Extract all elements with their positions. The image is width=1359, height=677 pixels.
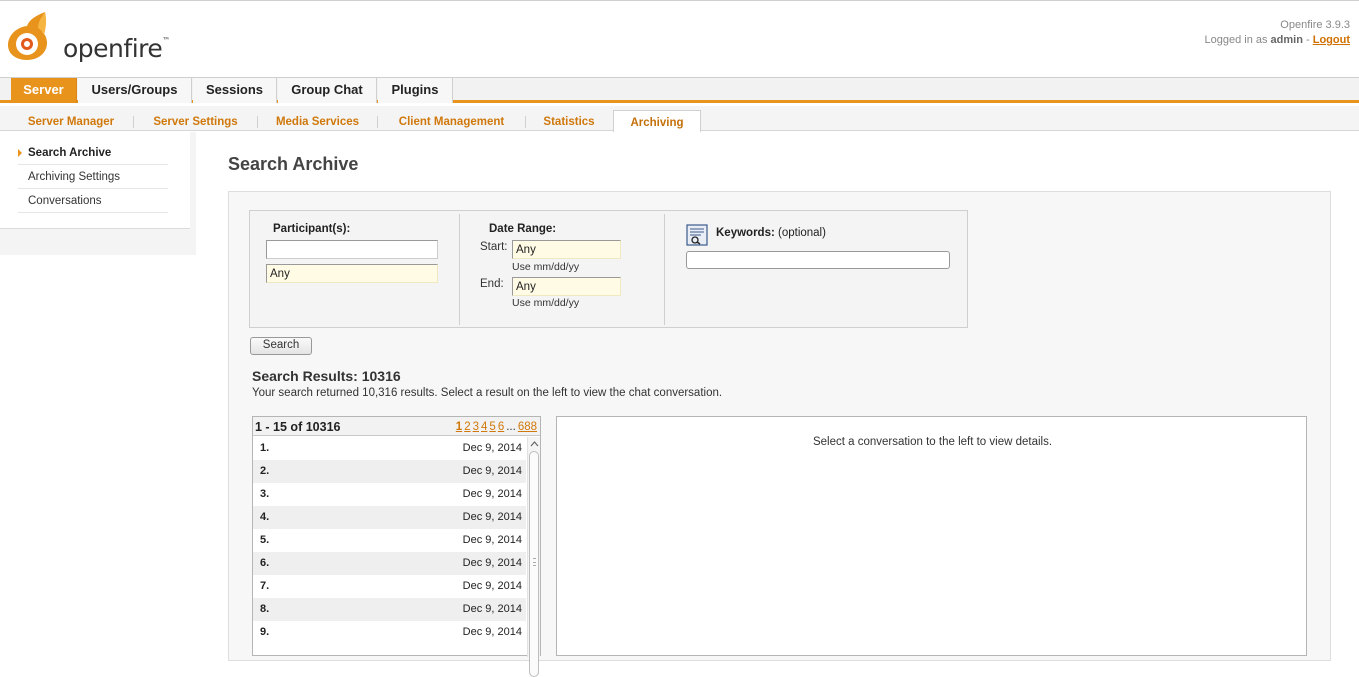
sidebar: Search Archive Archiving Settings Conver… (0, 132, 190, 229)
page-link-2[interactable]: 2 (464, 421, 470, 433)
tab-users-groups[interactable]: Users/Groups (78, 78, 192, 103)
start-date-hint: Use mm/dd/yy (512, 261, 580, 273)
search-results-description: Your search returned 10,316 results. Sel… (252, 387, 723, 399)
openfire-logo[interactable]: openfire™ (5, 10, 170, 66)
sub-nav: Server Manager Server Settings Media Ser… (0, 106, 1359, 132)
logged-in-line: Logged in as admin - Logout (1204, 34, 1350, 46)
tab-plugins[interactable]: Plugins (378, 78, 453, 103)
tab-group-chat[interactable]: Group Chat (278, 78, 377, 103)
participants-label: Participant(s): (273, 223, 351, 235)
column-divider (459, 214, 460, 325)
table-row[interactable]: 1. Dec 9, 2014 (253, 437, 526, 460)
end-date-hint: Use mm/dd/yy (512, 297, 580, 309)
page-title: Search Archive (228, 154, 359, 174)
flame-logo-icon (8, 12, 47, 60)
table-row[interactable]: 6. Dec 9, 2014 (253, 552, 526, 575)
page-link-5[interactable]: 5 (489, 421, 495, 433)
detail-placeholder-text: Select a conversation to the left to vie… (812, 436, 1053, 448)
page-link-4[interactable]: 4 (481, 421, 487, 433)
scrollbar-thumb[interactable] (529, 451, 539, 677)
keywords-label: Keywords: (optional) (716, 227, 826, 239)
sidebar-item-archiving-settings[interactable]: Archiving Settings (18, 165, 168, 189)
end-label: End: (480, 278, 504, 290)
subtab-statistics[interactable]: Statistics (531, 106, 607, 131)
subtab-archiving[interactable]: Archiving (613, 110, 701, 132)
session-info: Openfire 3.9.3 Logged in as admin - Logo… (1204, 18, 1350, 48)
subtab-server-manager[interactable]: Server Manager (14, 106, 128, 131)
username: admin (1270, 34, 1303, 46)
page-link-6[interactable]: 6 (498, 421, 504, 433)
keywords-input[interactable] (686, 251, 950, 269)
scroll-up-arrow-icon[interactable] (530, 439, 539, 449)
sidebar-item-search-archive[interactable]: Search Archive (18, 141, 168, 165)
results-list: 1 - 15 of 10316 1 2 3 4 5 6... 688 1. Dec 9, 20… (252, 416, 541, 677)
logo-wordmark: openfire™ (63, 34, 170, 63)
header: openfire™ Openfire 3.9.3 Logged in as ad… (0, 0, 1359, 78)
table-row[interactable]: 5. Dec 9, 2014 (253, 529, 526, 552)
results-range: 1 - 15 of 10316 (255, 420, 341, 434)
subtab-separator (257, 116, 258, 128)
participant-input-2[interactable] (266, 264, 438, 283)
search-results-title: Search Results: 10316 (252, 368, 401, 384)
tab-sessions[interactable]: Sessions (193, 78, 277, 103)
end-date-input[interactable] (512, 277, 621, 296)
scrollbar-grip (533, 558, 536, 566)
results-scrollbar[interactable] (527, 437, 540, 677)
subtab-client-management[interactable]: Client Management (383, 106, 520, 131)
version-label: Openfire 3.9.3 (1280, 19, 1350, 31)
page-link-3[interactable]: 3 (473, 421, 479, 433)
subtab-separator (525, 116, 526, 128)
column-divider (664, 214, 665, 325)
date-range-label: Date Range: (489, 223, 557, 235)
results-list-header: 1 - 15 of 10316 1 2 3 4 5 6... 688 (253, 417, 540, 436)
sidebar-item-conversations[interactable]: Conversations (18, 189, 168, 213)
search-button[interactable]: Search (250, 337, 312, 355)
active-arrow-icon (18, 149, 22, 157)
subtab-media-services[interactable]: Media Services (263, 106, 372, 131)
logout-link[interactable]: Logout (1313, 34, 1350, 46)
pagination: 1 2 3 4 5 6... 688 (454, 421, 537, 433)
page-link-1[interactable]: 1 (456, 421, 462, 433)
subtab-separator (377, 116, 378, 128)
keywords-document-icon (686, 224, 708, 246)
table-row[interactable]: 2. Dec 9, 2014 (253, 460, 526, 483)
table-row[interactable]: 8. Dec 9, 2014 (253, 598, 526, 621)
table-row[interactable]: 4. Dec 9, 2014 (253, 506, 526, 529)
subtab-separator (133, 116, 134, 128)
table-row[interactable]: 7. Dec 9, 2014 (253, 575, 526, 598)
sidebar-footer (0, 229, 196, 255)
start-date-input[interactable] (512, 240, 621, 259)
main-nav: Server Users/Groups Sessions Group Chat … (0, 78, 1359, 103)
tab-server[interactable]: Server (11, 78, 77, 103)
conversation-detail-panel: Select a conversation to the left to vie… (556, 416, 1307, 656)
pagination-ellipsis: ... (506, 421, 516, 433)
subtab-server-settings[interactable]: Server Settings (139, 106, 252, 131)
page-link-last[interactable]: 688 (518, 421, 537, 433)
participant-input-1[interactable] (266, 240, 438, 259)
table-row[interactable]: 3. Dec 9, 2014 (253, 483, 526, 506)
table-row[interactable]: 9. Dec 9, 2014 (253, 621, 526, 644)
start-label: Start: (480, 241, 508, 253)
